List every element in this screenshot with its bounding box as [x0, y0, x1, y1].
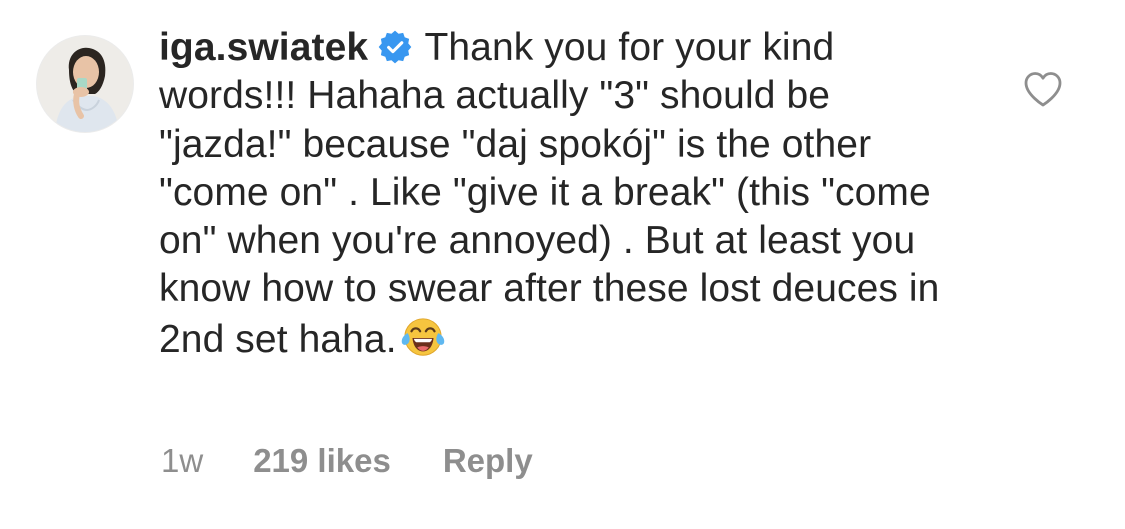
face-with-tears-of-joy-emoji [401, 318, 444, 356]
avatar-image [37, 36, 133, 132]
comment-text: Thank you for your kind words!!! Hahaha … [159, 26, 940, 361]
reply-button[interactable]: Reply [443, 442, 533, 480]
comment-meta: 1w 219 likes Reply [161, 442, 533, 480]
verified-badge-icon [378, 30, 412, 64]
avatar[interactable] [37, 36, 133, 132]
heart-outline-icon[interactable] [1023, 70, 1063, 108]
comment-body: iga.swiatek Thank you for your kind word… [159, 24, 959, 364]
likes-count[interactable]: 219 likes [253, 442, 391, 480]
username[interactable]: iga.swiatek [159, 26, 368, 69]
comment: iga.swiatek Thank you for your kind word… [0, 0, 1125, 529]
comment-time[interactable]: 1w [161, 442, 203, 480]
